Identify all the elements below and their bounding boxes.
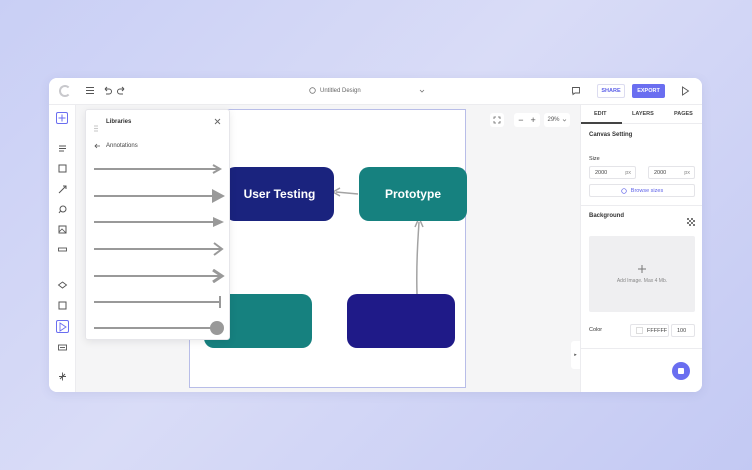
annotations-label: Annotations — [106, 143, 138, 149]
arrow-style-open-bold[interactable] — [92, 268, 226, 284]
document-title[interactable]: Untitled Design — [309, 87, 425, 94]
plus-icon — [638, 265, 646, 273]
divider — [581, 205, 702, 206]
height-input[interactable]: 2000 px — [648, 166, 695, 179]
undo-icon[interactable] — [102, 86, 112, 98]
zoom-in-button[interactable]: + — [531, 115, 536, 125]
fit-screen-icon[interactable] — [490, 113, 504, 127]
arrow-style-bar-end[interactable] — [92, 295, 226, 309]
opacity-input[interactable]: 100 — [671, 324, 695, 337]
arrow-style-line-arrow[interactable] — [92, 162, 226, 176]
arrow-style-filled[interactable] — [92, 215, 226, 229]
background-heading: Background — [589, 213, 625, 219]
color-swatch[interactable] — [636, 327, 643, 334]
design-canvas[interactable]: User Testing Prototype — [189, 109, 467, 388]
zoom-out-button[interactable]: − — [518, 115, 523, 125]
chevron-down-icon[interactable] — [419, 88, 425, 94]
cloud-icon — [309, 87, 316, 94]
comment-icon[interactable] — [571, 86, 581, 98]
properties-panel: EDIT LAYERS PAGES Canvas Setting Size 20… — [580, 105, 702, 392]
shape-tool-icon[interactable] — [57, 163, 68, 174]
arrow-style-circle-end[interactable] — [92, 321, 226, 335]
node-indigo[interactable] — [347, 294, 455, 348]
annotation-tool-icon[interactable] — [56, 320, 69, 333]
drag-handle-icon[interactable] — [94, 119, 98, 137]
arrow-style-filled-large[interactable] — [92, 189, 226, 203]
chevron-down-icon — [562, 118, 566, 121]
image-upload-area[interactable]: Add Image. Max 4 Mb. — [589, 236, 695, 312]
share-button[interactable]: SHARE — [597, 84, 625, 98]
help-chat-button[interactable] — [672, 362, 690, 380]
line-tool-icon[interactable] — [57, 184, 68, 195]
image-tool-icon[interactable] — [57, 224, 68, 235]
color-hex-value: FFFFFF — [647, 327, 668, 334]
export-button[interactable]: EXPORT — [632, 84, 665, 98]
zoom-level: 29% — [547, 117, 560, 123]
node-label: User Testing — [243, 187, 316, 201]
height-value: 2000 — [654, 169, 667, 176]
color-label: Color — [589, 327, 603, 333]
width-input[interactable]: 2000 px — [589, 166, 636, 179]
app-window: Untitled Design SHARE EXPORT User Testin… — [49, 78, 702, 392]
add-element-icon[interactable] — [56, 112, 68, 124]
close-icon[interactable] — [214, 117, 221, 127]
annotations-back-link[interactable]: Annotations — [94, 143, 138, 149]
browse-sizes-label: Browse sizes — [630, 187, 664, 194]
color-hex-input[interactable]: FFFFFF — [630, 324, 669, 337]
node-label: Prototype — [384, 187, 441, 201]
libraries-panel: Libraries Annotations — [85, 109, 230, 340]
play-icon[interactable] — [681, 86, 690, 98]
node-user-testing[interactable]: User Testing — [225, 167, 334, 221]
width-value: 2000 — [595, 169, 608, 176]
text-tool-icon[interactable] — [57, 143, 68, 154]
menu-icon[interactable] — [85, 86, 95, 97]
left-toolbar — [49, 105, 76, 392]
document-title-text: Untitled Design — [320, 87, 361, 94]
panel-tabs: EDIT LAYERS PAGES — [581, 105, 702, 124]
resize-icon — [621, 187, 627, 194]
plugin-icon[interactable] — [57, 371, 68, 382]
zoom-level-dropdown[interactable]: 29% — [544, 113, 570, 127]
active-tab-indicator — [581, 122, 622, 124]
frame-tool-icon[interactable] — [57, 300, 68, 311]
tab-edit[interactable]: EDIT — [594, 111, 607, 117]
app-logo-icon — [59, 85, 71, 97]
redo-icon[interactable] — [117, 86, 127, 98]
component-tool-icon[interactable] — [57, 342, 68, 353]
divider — [581, 348, 702, 349]
back-arrow-icon — [94, 143, 100, 149]
height-unit: px — [684, 169, 690, 176]
opacity-value: 100 — [677, 327, 687, 334]
tab-layers[interactable]: LAYERS — [632, 111, 654, 117]
pen-tool-icon[interactable] — [57, 204, 68, 215]
canvas-setting-heading: Canvas Setting — [589, 132, 633, 138]
tab-pages[interactable]: PAGES — [674, 111, 693, 117]
arrow-style-open[interactable] — [92, 242, 226, 256]
size-label: Size — [589, 156, 600, 162]
ruler-tool-icon[interactable] — [57, 244, 68, 255]
node-prototype[interactable]: Prototype — [359, 167, 467, 221]
pattern-icon[interactable] — [687, 213, 695, 231]
panel-collapse-handle[interactable]: ▸ — [571, 341, 580, 369]
top-bar: Untitled Design SHARE EXPORT — [49, 78, 702, 105]
layers-icon[interactable] — [57, 280, 68, 291]
zoom-stepper: − + — [514, 113, 540, 127]
upload-hint: Add Image. Max 4 Mb. — [616, 278, 668, 284]
browse-sizes-button[interactable]: Browse sizes — [589, 184, 695, 197]
width-unit: px — [625, 169, 631, 176]
chat-icon — [678, 368, 684, 374]
libraries-title: Libraries — [106, 119, 132, 125]
